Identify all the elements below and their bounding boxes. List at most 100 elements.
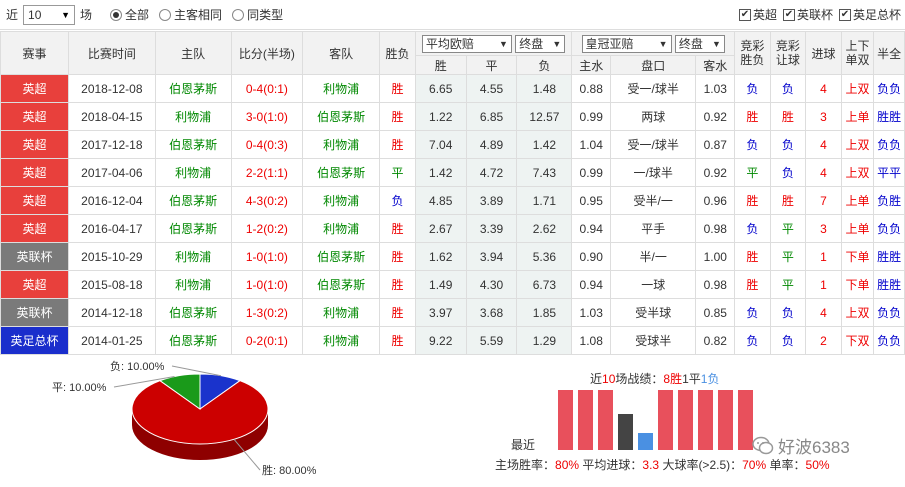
home-cell[interactable]: 伯恩茅斯	[154, 298, 232, 327]
away-cell[interactable]: 利物浦	[301, 326, 381, 355]
table-row: 英超 2018-12-08 伯恩茅斯 0-4(0:1) 利物浦胜 6.65 4.55 1.48…	[0, 74, 905, 103]
away-cell[interactable]: 伯恩茅斯	[301, 102, 381, 131]
away-cell[interactable]: 伯恩茅斯	[301, 158, 381, 187]
home-cell[interactable]: 利物浦	[154, 270, 232, 299]
filter-radio-2[interactable]: 同类型	[232, 6, 283, 23]
filter-radio-1[interactable]: 主客相同	[159, 6, 222, 23]
date-cell: 2016-12-04	[68, 186, 156, 215]
check-label: 英联杯	[796, 8, 833, 22]
home-cell[interactable]: 利物浦	[154, 102, 232, 131]
draw-odds-cell: 3.89	[465, 186, 518, 215]
radio-label: 全部	[125, 8, 150, 22]
table-row: 英联杯 2015-10-29 利物浦 1-0(1:0) 伯恩茅斯胜 1.62 3.94 5.3…	[0, 242, 905, 271]
lottery-wl-cell: 胜	[734, 102, 771, 131]
col-league: 赛事	[0, 31, 70, 75]
chevron-down-icon: ▼	[552, 38, 562, 49]
table-row: 英超 2016-12-04 伯恩茅斯 4-3(0:2) 利物浦负 4.85 3.89 1.71…	[0, 186, 905, 215]
filter-radio-0[interactable]: 全部	[110, 6, 149, 23]
league-check-2[interactable]: ✔ 英足总杯	[838, 6, 901, 23]
col-win: 胜	[414, 55, 467, 75]
asia-odds-type-value: 终盘	[678, 37, 703, 51]
league-cell[interactable]: 英超	[0, 214, 70, 243]
match-count-select[interactable]: 10 ▼	[23, 4, 76, 25]
asia-odds-type-select[interactable]: 终盘 ▼	[674, 34, 725, 53]
league-cell[interactable]: 英超	[0, 74, 70, 103]
euro-odds-type-value: 终盘	[519, 37, 544, 51]
win-odds-cell: 6.65	[414, 74, 467, 103]
euro-odds-select-value: 平均欧赔	[425, 37, 474, 51]
result-cell: 胜	[379, 130, 416, 159]
updown-cell: 上双	[840, 158, 875, 187]
win-odds-cell: 3.97	[414, 298, 467, 327]
updown-cell: 上单	[840, 102, 875, 131]
home-cell[interactable]: 伯恩茅斯	[154, 326, 232, 355]
asia-odds-select[interactable]: 皇冠亚赔 ▼	[581, 34, 672, 53]
handicap-cell: 受一/球半	[610, 74, 697, 103]
league-check-0[interactable]: ✔ 英超	[738, 6, 777, 23]
league-cell[interactable]: 英联杯	[0, 298, 70, 327]
home-water-cell: 0.94	[571, 270, 612, 299]
away-water-cell: 0.92	[695, 102, 736, 131]
pie-label: 负: 10.00%	[110, 359, 165, 373]
euro-odds-type-select[interactable]: 终盘 ▼	[515, 34, 566, 53]
goals-cell: 1	[805, 242, 842, 271]
col-home: 主队	[154, 31, 232, 75]
goals-cell: 3	[805, 102, 842, 131]
home-cell[interactable]: 伯恩茅斯	[154, 74, 232, 103]
league-cell[interactable]: 英超	[0, 102, 70, 131]
checkbox-icon: ✔	[782, 8, 795, 21]
lottery-hc-cell: 平	[769, 242, 807, 271]
chevron-down-icon: ▼	[499, 38, 508, 49]
away-cell[interactable]: 利物浦	[301, 186, 381, 215]
league-cell[interactable]: 英足总杯	[0, 326, 70, 355]
win-odds-cell: 1.42	[414, 158, 467, 187]
table-row: 英超 2017-12-18 伯恩茅斯 0-4(0:3) 利物浦胜 7.04 4.89 1.42…	[0, 130, 905, 159]
euro-odds-select[interactable]: 平均欧赔 ▼	[421, 34, 512, 53]
away-cell[interactable]: 伯恩茅斯	[301, 242, 381, 271]
away-cell[interactable]: 利物浦	[301, 130, 381, 159]
result-cell: 胜	[379, 270, 416, 299]
home-cell[interactable]: 伯恩茅斯	[154, 214, 232, 243]
half-cell: 负负	[873, 298, 905, 327]
league-cell[interactable]: 英超	[0, 130, 70, 159]
home-cell[interactable]: 伯恩茅斯	[154, 186, 232, 215]
league-cell[interactable]: 英联杯	[0, 242, 70, 271]
league-cell[interactable]: 英超	[0, 158, 70, 187]
updown-cell: 上单	[840, 214, 875, 243]
goals-cell: 4	[805, 74, 842, 103]
filter-radio-group: 全部 主客相同 同类型	[100, 6, 283, 23]
date-cell: 2015-08-18	[68, 270, 156, 299]
win-odds-cell: 1.62	[414, 242, 467, 271]
win-rate-value: 80%	[555, 458, 580, 472]
handicap-cell: 半/一	[610, 242, 697, 271]
away-cell[interactable]: 利物浦	[301, 298, 381, 327]
result-cell: 胜	[379, 102, 416, 131]
watermark-text: 好波6383	[778, 438, 850, 457]
home-cell[interactable]: 利物浦	[154, 242, 232, 271]
league-cell[interactable]: 英超	[0, 270, 70, 299]
col-time: 比赛时间	[68, 31, 156, 75]
date-cell: 2018-12-08	[68, 74, 156, 103]
result-cell: 胜	[379, 242, 416, 271]
lose-odds-cell: 1.29	[516, 326, 573, 355]
form-bar-win	[558, 390, 573, 450]
draw-odds-cell: 3.39	[465, 214, 518, 243]
away-cell[interactable]: 伯恩茅斯	[301, 270, 381, 299]
home-cell[interactable]: 利物浦	[154, 158, 232, 187]
away-cell[interactable]: 利物浦	[301, 74, 381, 103]
table-row: 英足总杯 2014-01-25 伯恩茅斯 0-2(0:1) 利物浦胜 9.22 5.59 1.…	[0, 326, 905, 355]
lottery-hc-cell: 负	[769, 158, 807, 187]
league-check-1[interactable]: ✔ 英联杯	[782, 6, 833, 23]
pie-chart-svg: 负: 10.00%平: 10.00% 胜: 80.00%	[52, 359, 317, 477]
home-cell[interactable]: 伯恩茅斯	[154, 130, 232, 159]
league-cell[interactable]: 英超	[0, 186, 70, 215]
big-ball-value: 70%	[742, 458, 767, 472]
home-water-cell: 1.04	[571, 130, 612, 159]
chevron-down-icon: ▼	[658, 38, 668, 49]
draw-odds-cell: 3.68	[465, 298, 518, 327]
score-cell: 3-0(1:0)	[230, 102, 303, 131]
away-water-cell: 0.98	[695, 214, 736, 243]
win-odds-cell: 4.85	[414, 186, 467, 215]
away-cell[interactable]: 利物浦	[301, 214, 381, 243]
away-water-cell: 1.03	[695, 74, 736, 103]
